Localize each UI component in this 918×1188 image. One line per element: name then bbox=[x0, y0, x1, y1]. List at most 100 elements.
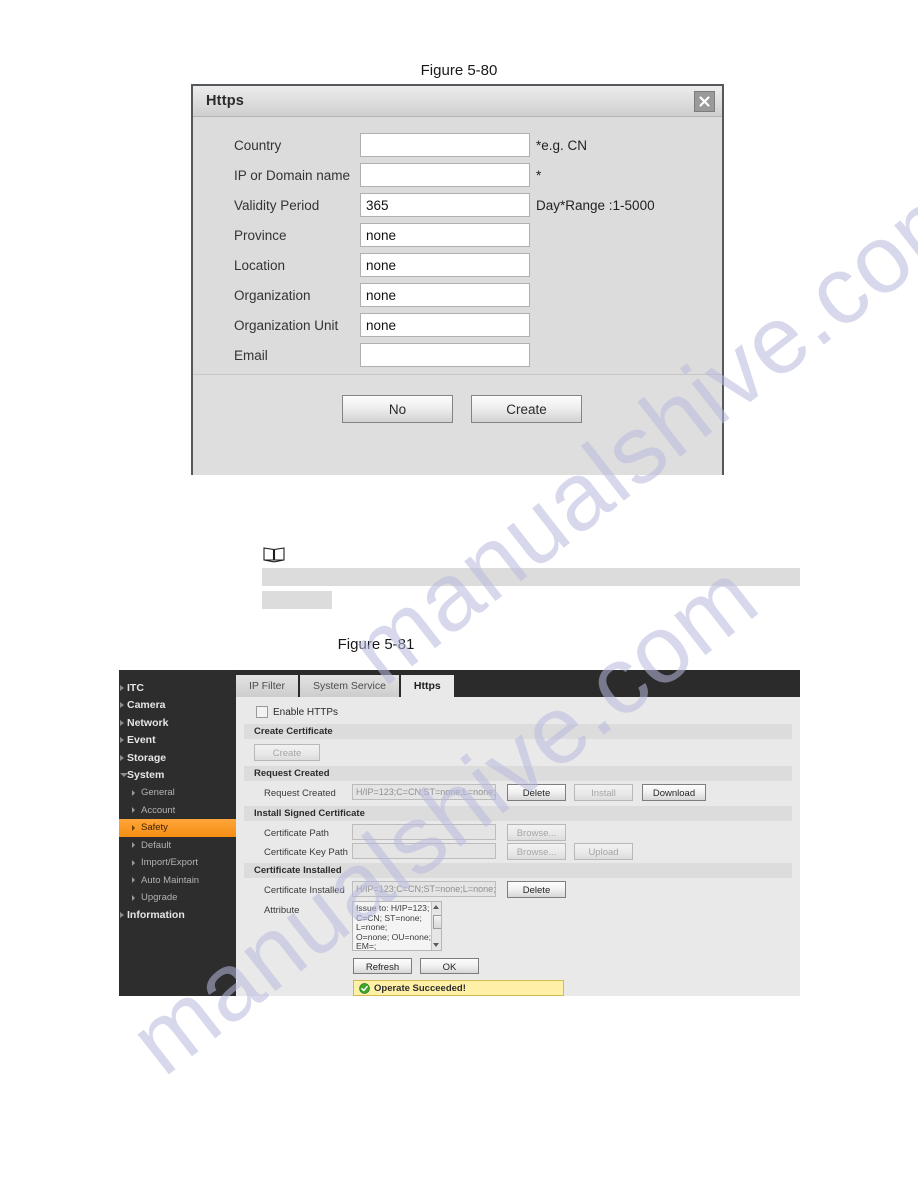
request-created-value: H/IP=123;C=CN;ST=none;L=none;O=none;OU=n… bbox=[352, 784, 496, 800]
attribute-label: Attribute bbox=[264, 905, 300, 916]
attribute-textarea[interactable]: Issue to: H/IP=123; C=CN; ST=none; L=non… bbox=[352, 901, 442, 951]
sidebar-item-label: Safety bbox=[141, 822, 168, 834]
sidebar-item-label: General bbox=[141, 787, 175, 799]
sidebar-item-label: ITC bbox=[127, 681, 144, 694]
figure-caption-bottom: Figure 5-81 bbox=[337, 636, 415, 653]
validity-period-hint: Day*Range :1-5000 bbox=[536, 197, 655, 213]
certificate-path-input[interactable] bbox=[352, 824, 496, 840]
request-created-field-label: Request Created bbox=[264, 788, 336, 799]
refresh-button[interactable]: Refresh bbox=[353, 958, 412, 974]
create-button[interactable]: Create bbox=[471, 395, 582, 423]
request-created-install-button[interactable]: Install bbox=[574, 784, 633, 801]
tab-strip: IP Filter System Service Https bbox=[236, 675, 800, 697]
success-check-icon bbox=[359, 982, 370, 994]
chevron-right-icon bbox=[132, 894, 135, 901]
attribute-text: Issue to: H/IP=123; C=CN; ST=none; L=non… bbox=[356, 903, 432, 951]
chevron-right-icon bbox=[120, 754, 124, 761]
sidebar-item-label: Camera bbox=[127, 699, 166, 712]
sidebar-item-label: Auto Maintain bbox=[141, 874, 200, 886]
chevron-right-icon bbox=[120, 912, 124, 919]
sidebar: ITC Camera Network Event Storage System … bbox=[119, 670, 236, 996]
sidebar-item-import-export[interactable]: Import/Export bbox=[119, 854, 236, 872]
device-web-ui: ITC Camera Network Event Storage System … bbox=[119, 670, 800, 996]
sidebar-item-storage[interactable]: Storage bbox=[119, 749, 236, 767]
scroll-down-icon[interactable] bbox=[433, 943, 439, 947]
organization-unit-input[interactable] bbox=[360, 313, 530, 337]
certificate-installed-section-title: Certificate Installed bbox=[244, 863, 792, 878]
chevron-right-icon bbox=[132, 877, 135, 884]
book-note-icon bbox=[263, 545, 285, 563]
dialog-title: Https bbox=[206, 93, 245, 109]
tab-https[interactable]: Https bbox=[400, 675, 454, 697]
sidebar-item-system[interactable]: System bbox=[119, 767, 236, 785]
country-input[interactable] bbox=[360, 133, 530, 157]
organization-unit-label: Organization Unit bbox=[234, 317, 339, 333]
certificate-key-path-input[interactable] bbox=[352, 843, 496, 859]
sidebar-item-auto-maintain[interactable]: Auto Maintain bbox=[119, 872, 236, 890]
province-input[interactable] bbox=[360, 223, 530, 247]
sidebar-item-network[interactable]: Network bbox=[119, 714, 236, 732]
certificate-key-path-browse-button[interactable]: Browse... bbox=[507, 843, 566, 860]
scroll-up-icon[interactable] bbox=[433, 905, 439, 909]
sidebar-item-label: Import/Export bbox=[141, 857, 199, 869]
location-label: Location bbox=[234, 257, 286, 273]
attribute-scrollbar[interactable] bbox=[431, 902, 441, 950]
email-label: Email bbox=[234, 347, 268, 363]
chevron-right-icon bbox=[120, 737, 124, 744]
sidebar-item-itc[interactable]: ITC bbox=[119, 679, 236, 697]
chevron-right-icon bbox=[132, 842, 135, 849]
ip-or-domain-name-label: IP or Domain name bbox=[234, 167, 351, 183]
location-input[interactable] bbox=[360, 253, 530, 277]
certificate-upload-button[interactable]: Upload bbox=[574, 843, 633, 860]
sidebar-item-label: Default bbox=[141, 839, 172, 851]
validity-period-input[interactable] bbox=[360, 193, 530, 217]
dialog-form: Country *e.g. CN IP or Domain name * Val… bbox=[193, 117, 722, 375]
dialog-titlebar: Https bbox=[193, 86, 722, 117]
certificate-installed-field-label: Certificate Installed bbox=[264, 885, 345, 896]
sidebar-item-label: Upgrade bbox=[141, 892, 178, 904]
form-row-organization-unit: Organization Unit bbox=[193, 313, 722, 337]
sidebar-item-general[interactable]: General bbox=[119, 784, 236, 802]
form-row-location: Location bbox=[193, 253, 722, 277]
email-input[interactable] bbox=[360, 343, 530, 367]
create-certificate-button[interactable]: Create bbox=[254, 744, 320, 761]
country-hint: *e.g. CN bbox=[536, 137, 588, 153]
chevron-right-icon bbox=[132, 824, 135, 831]
tab-ip-filter[interactable]: IP Filter bbox=[236, 675, 298, 697]
sidebar-item-label: Account bbox=[141, 804, 176, 816]
chevron-right-icon bbox=[120, 684, 124, 691]
chevron-right-icon bbox=[120, 719, 124, 726]
chevron-right-icon bbox=[132, 789, 135, 796]
redacted-text-line-1 bbox=[262, 568, 800, 586]
ip-or-domain-name-hint: * bbox=[536, 167, 542, 183]
sidebar-item-camera[interactable]: Camera bbox=[119, 697, 236, 715]
sidebar-item-label: Information bbox=[127, 909, 185, 922]
certificate-installed-delete-button[interactable]: Delete bbox=[507, 881, 566, 898]
enable-https-checkbox[interactable] bbox=[256, 706, 268, 718]
certificate-path-browse-button[interactable]: Browse... bbox=[507, 824, 566, 841]
organization-input[interactable] bbox=[360, 283, 530, 307]
close-icon[interactable] bbox=[694, 91, 715, 112]
sidebar-item-account[interactable]: Account bbox=[119, 802, 236, 820]
province-label: Province bbox=[234, 227, 287, 243]
form-row-email: Email bbox=[193, 343, 722, 367]
enable-https-label: Enable HTTPs bbox=[273, 706, 339, 718]
form-row-province: Province bbox=[193, 223, 722, 247]
sidebar-item-event[interactable]: Event bbox=[119, 732, 236, 750]
sidebar-item-information[interactable]: Information bbox=[119, 907, 236, 925]
sidebar-item-label: Network bbox=[127, 716, 169, 729]
dialog-footer: No Create bbox=[193, 375, 722, 475]
scrollbar-thumb[interactable] bbox=[433, 915, 441, 929]
https-dialog: Https Country *e.g. CN IP or Domain name… bbox=[191, 84, 724, 475]
ok-button[interactable]: OK bbox=[420, 958, 479, 974]
status-message: Operate Succeeded! bbox=[374, 982, 466, 994]
sidebar-item-safety[interactable]: Safety bbox=[119, 819, 236, 837]
sidebar-item-upgrade[interactable]: Upgrade bbox=[119, 889, 236, 907]
tab-system-service[interactable]: System Service bbox=[299, 675, 399, 697]
no-button[interactable]: No bbox=[342, 395, 453, 423]
request-created-download-button[interactable]: Download bbox=[642, 784, 706, 801]
ip-or-domain-name-input[interactable] bbox=[360, 163, 530, 187]
enable-https-row[interactable]: Enable HTTPs bbox=[256, 706, 338, 718]
sidebar-item-default[interactable]: Default bbox=[119, 837, 236, 855]
request-created-delete-button[interactable]: Delete bbox=[507, 784, 566, 801]
